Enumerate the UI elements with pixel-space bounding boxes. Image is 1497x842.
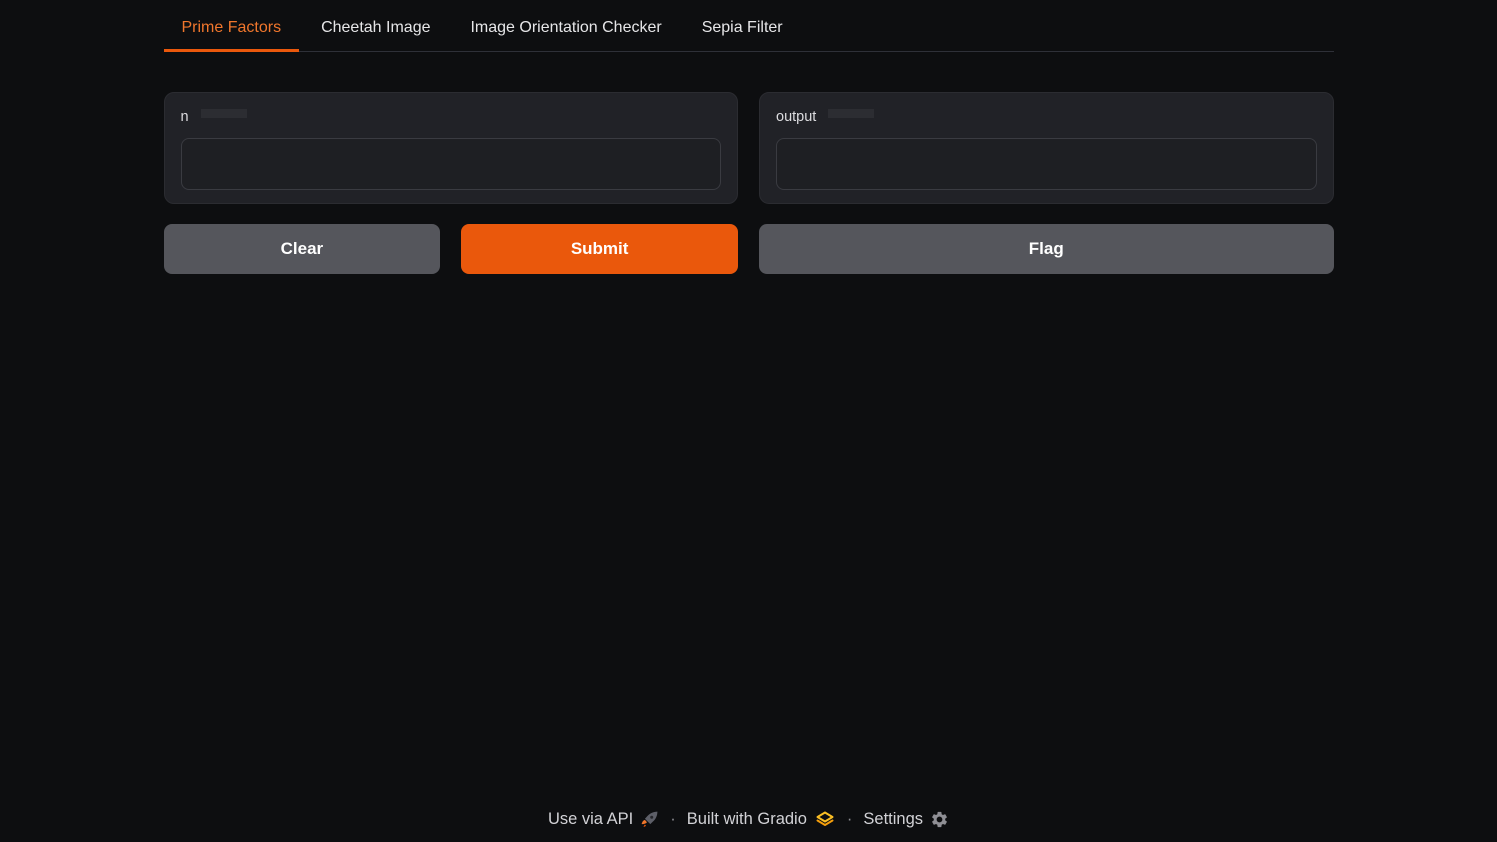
n-input[interactable] [181,138,722,190]
output-panel: output [759,92,1334,204]
main-content: n Clear Submit output Flag [164,92,1334,274]
gradio-app: Prime Factors Cheetah Image Image Orient… [148,0,1350,842]
use-via-api-link[interactable]: Use via API [548,810,659,829]
footer: Use via API · Built with Gradio · [164,809,1334,842]
footer-separator: · [668,810,678,829]
output-label-row: output [776,108,1317,125]
built-with-gradio-link[interactable]: Built with Gradio [687,809,836,829]
right-button-row: Flag [759,224,1334,274]
submit-button[interactable]: Submit [461,224,738,274]
footer-separator: · [845,810,855,829]
settings-link[interactable]: Settings [863,810,949,829]
label-ghost [201,109,247,118]
left-button-row: Clear Submit [164,224,739,274]
tab-sepia-filter[interactable]: Sepia Filter [684,10,801,52]
gradio-logo-icon [814,809,836,829]
clear-button[interactable]: Clear [164,224,441,274]
use-via-api-label: Use via API [548,810,633,829]
input-panel: n [164,92,739,204]
input-column: n Clear Submit [164,92,739,274]
gear-icon [930,810,949,829]
label-ghost [828,109,874,118]
input-label-row: n [181,108,722,125]
output-column: output Flag [759,92,1334,274]
settings-label: Settings [863,810,923,829]
tab-cheetah-image[interactable]: Cheetah Image [303,10,448,52]
output-textbox[interactable] [776,138,1317,190]
tab-image-orientation-checker[interactable]: Image Orientation Checker [452,10,679,52]
tab-bar: Prime Factors Cheetah Image Image Orient… [164,10,1334,52]
rocket-icon [640,810,659,829]
flag-button[interactable]: Flag [759,224,1334,274]
tab-prime-factors[interactable]: Prime Factors [164,10,300,52]
input-label: n [181,109,189,125]
built-with-gradio-label: Built with Gradio [687,810,807,829]
output-label: output [776,109,816,125]
